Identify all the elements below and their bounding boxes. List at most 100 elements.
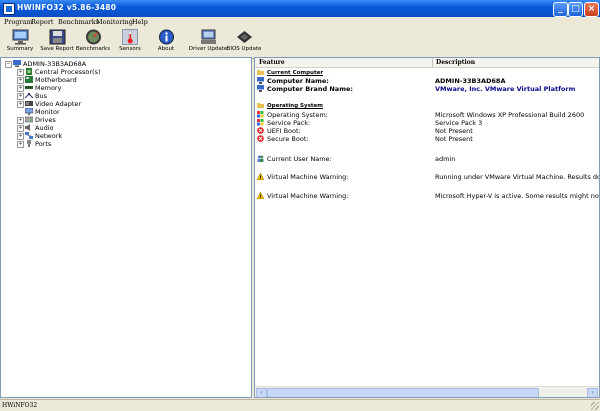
menu-bar: Program Report Benchmarks Monitoring Hel… — [0, 17, 600, 28]
horizontal-scrollbar[interactable]: ‹ › — [255, 386, 599, 397]
section-operating-system: Operating System — [255, 102, 599, 110]
column-divider[interactable] — [432, 58, 433, 67]
tree-item-label: Video Adapter — [35, 100, 82, 108]
save-report-label: Save Report — [40, 46, 74, 52]
description-column-header[interactable]: Description — [436, 59, 475, 66]
row-virtual-machine-warning[interactable]: Virtual Machine Warning: Running under V… — [255, 172, 599, 181]
close-button[interactable]: × — [584, 2, 599, 17]
expand-icon[interactable]: + — [17, 141, 24, 148]
scroll-left-icon[interactable]: ‹ — [256, 388, 267, 397]
floppy-disk-icon — [49, 29, 66, 45]
chip-icon — [236, 29, 253, 45]
title-bar: HWiNFO32 v5.86-3480 _ □ × — [0, 0, 600, 17]
driver-update-button[interactable]: Driver Update — [188, 29, 228, 57]
video-adapter-icon — [25, 100, 33, 107]
menu-report[interactable]: Report — [31, 18, 54, 26]
resize-grip-icon[interactable] — [591, 402, 599, 410]
collapse-icon[interactable]: − — [5, 61, 12, 68]
bios-update-button[interactable]: BIOS Update — [224, 29, 264, 57]
windows-icon — [257, 119, 264, 126]
summary-button[interactable]: Summary — [0, 29, 40, 57]
folder-icon — [257, 102, 264, 109]
section-current-computer: Current Computer — [255, 69, 599, 77]
monitor-icon — [24, 107, 34, 115]
maximize-button[interactable]: □ — [568, 2, 583, 17]
warning-icon — [256, 172, 265, 181]
minimize-button[interactable]: _ — [553, 2, 568, 17]
detail-header: Feature Description — [255, 58, 599, 68]
memory-icon — [25, 84, 33, 91]
detail-pane[interactable]: Feature Description Current Computer Com… — [254, 57, 600, 398]
app-icon[interactable] — [3, 3, 15, 15]
driver-update-label: Driver Update — [188, 46, 228, 52]
menu-program[interactable]: Program — [4, 18, 33, 26]
scrollbar-thumb[interactable] — [267, 388, 539, 397]
expand-icon[interactable]: + — [17, 125, 24, 132]
warning-icon — [256, 191, 265, 200]
tree-item-label: Memory — [35, 84, 62, 92]
tree-root-label: ADMIN-33B3AD68A — [23, 60, 87, 68]
tree-item-label: Motherboard — [35, 76, 77, 84]
row-computer-brand-name[interactable]: Computer Brand Name: VMware, Inc. VMware… — [255, 85, 599, 93]
tree-item-label: Monitor — [35, 108, 60, 116]
status-bar: HWiNFO32 — [0, 399, 600, 411]
benchmarks-label: Benchmarks — [75, 46, 111, 52]
sensors-button[interactable]: Sensors — [110, 29, 150, 57]
thermometer-icon — [122, 29, 138, 45]
row-computer-name[interactable]: Computer Name: ADMIN-33B3AD68A — [255, 77, 599, 85]
windows-icon — [257, 111, 264, 118]
menu-benchmarks[interactable]: Benchmarks — [58, 18, 99, 26]
motherboard-icon — [25, 76, 33, 83]
summary-label: Summary — [6, 46, 34, 52]
expand-icon[interactable]: + — [17, 93, 24, 100]
error-icon — [257, 135, 264, 142]
speaker-icon — [25, 124, 33, 131]
info-icon — [158, 29, 175, 45]
cpu-icon — [25, 68, 33, 75]
row-uefi-boot[interactable]: UEFI Boot: Not Present — [255, 127, 599, 135]
window-title: HWiNFO32 v5.86-3480 — [17, 3, 117, 12]
gauge-icon — [85, 29, 102, 45]
scroll-right-icon[interactable]: › — [587, 388, 598, 397]
expand-icon[interactable]: + — [17, 77, 24, 84]
computer-icon — [257, 77, 264, 84]
benchmarks-button[interactable]: Benchmarks — [73, 29, 113, 57]
port-icon — [25, 140, 33, 147]
computer-icon — [13, 60, 21, 67]
tree-item-label: Central Processor(s) — [35, 68, 101, 76]
error-icon — [257, 127, 264, 134]
drive-icon — [24, 116, 34, 123]
expand-icon[interactable]: + — [17, 133, 24, 140]
row-service-pack[interactable]: Service Pack: Service Pack 3 — [255, 119, 599, 127]
tree-item-label: Network — [35, 132, 63, 140]
expand-icon[interactable]: + — [17, 101, 24, 108]
computer-icon — [257, 85, 264, 92]
expand-icon[interactable]: + — [17, 85, 24, 92]
toolbar: Summary Save Report Benchmarks Sensors A… — [0, 28, 600, 59]
menu-help[interactable]: Help — [132, 18, 148, 26]
bus-icon — [24, 92, 34, 99]
users-icon — [257, 155, 264, 162]
row-current-user-name[interactable]: Current User Name: admin — [255, 155, 599, 163]
network-icon — [25, 132, 33, 139]
row-operating-system[interactable]: Operating System: Microsoft Windows XP P… — [255, 111, 599, 119]
bios-update-label: BIOS Update — [226, 46, 262, 52]
tree-item-label: Ports — [35, 140, 52, 148]
tree-item-label: Drives — [35, 116, 56, 124]
about-button[interactable]: About — [146, 29, 186, 57]
menu-monitoring[interactable]: Monitoring — [96, 18, 133, 26]
device-tree[interactable]: − ADMIN-33B3AD68A + Central Processor(s)… — [0, 57, 252, 398]
tree-item-label: Audio — [35, 124, 54, 132]
row-secure-boot[interactable]: Secure Boot: Not Present — [255, 135, 599, 143]
row-virtual-machine-warning[interactable]: Virtual Machine Warning: Microsoft Hyper… — [255, 191, 599, 200]
tree-item-label: Bus — [35, 92, 47, 100]
status-text: HWiNFO32 — [2, 402, 38, 409]
expand-icon[interactable]: + — [17, 117, 24, 124]
feature-column-header[interactable]: Feature — [259, 59, 285, 66]
about-label: About — [157, 46, 175, 52]
driver-update-icon — [200, 29, 217, 45]
save-report-button[interactable]: Save Report — [37, 29, 77, 57]
sensors-label: Sensors — [119, 46, 141, 52]
monitor-icon — [12, 29, 29, 45]
expand-icon[interactable]: + — [17, 69, 24, 76]
